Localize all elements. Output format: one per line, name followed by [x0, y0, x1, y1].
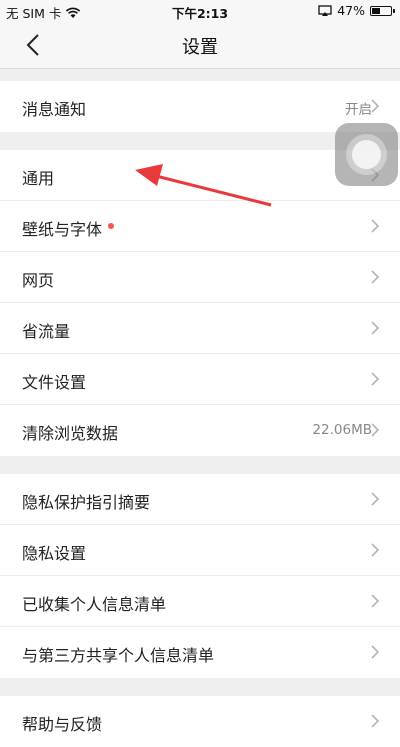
settings-row[interactable]: 隐私设置 — [0, 525, 400, 576]
chevron-right-icon — [370, 644, 380, 660]
chevron-right-icon — [370, 713, 380, 729]
chevron-right-icon — [370, 98, 380, 114]
settings-row[interactable]: 与第三方共享个人信息清单 — [0, 627, 400, 678]
settings-row-label: 消息通知 — [22, 100, 87, 119]
settings-row-label: 通用 — [22, 169, 55, 188]
settings-group: 通用壁纸与字体网页省流量文件设置清除浏览数据 22.06MB — [0, 150, 400, 456]
settings-row-label: 帮助与反馈 — [22, 715, 103, 734]
chevron-right-icon — [370, 593, 380, 609]
settings-group: 帮助与反馈 — [0, 696, 400, 747]
settings-row[interactable]: 清除浏览数据 22.06MB — [0, 405, 400, 456]
group-gap — [0, 456, 400, 474]
battery-icon — [370, 5, 395, 16]
settings-row-label: 与第三方共享个人信息清单 — [22, 646, 215, 665]
settings-row-value: 开启 — [345, 102, 372, 118]
settings-row-label: 壁纸与字体 — [22, 220, 103, 239]
settings-row[interactable]: 隐私保护指引摘要 — [0, 474, 400, 525]
settings-row-label: 隐私设置 — [22, 544, 87, 563]
settings-row-label: 隐私保护指引摘要 — [22, 493, 151, 512]
settings-row-value: 22.06MB — [312, 422, 372, 438]
chevron-right-icon — [370, 422, 380, 438]
settings-row-label: 清除浏览数据 — [22, 424, 119, 443]
status-bar: 无 SIM 卡 下午2:13 47% — [0, 0, 400, 22]
settings-row[interactable]: 文件设置 — [0, 354, 400, 405]
settings-row-label: 已收集个人信息清单 — [22, 595, 167, 614]
chevron-right-icon — [370, 491, 380, 507]
chevron-right-icon — [370, 371, 380, 387]
settings-row[interactable]: 已收集个人信息清单 — [0, 576, 400, 627]
chevron-right-icon — [370, 269, 380, 285]
assistive-touch-button[interactable] — [335, 123, 398, 186]
settings-group: 隐私保护指引摘要 隐私设置已收集个人信息清单与第三方共享个人信息清单 — [0, 474, 400, 678]
settings-row[interactable]: 网页 — [0, 252, 400, 303]
settings-row[interactable]: 壁纸与字体 — [0, 201, 400, 252]
settings-row[interactable]: 帮助与反馈 — [0, 696, 400, 747]
page-title: 设置 — [182, 37, 218, 58]
settings-row[interactable]: 省流量 — [0, 303, 400, 354]
nav-bar: 设置 — [0, 22, 400, 69]
settings-group: 消息通知 开启 — [0, 81, 400, 132]
settings-row[interactable]: 消息通知 开启 — [0, 81, 400, 132]
new-badge-dot — [108, 223, 114, 229]
chevron-right-icon — [370, 542, 380, 558]
group-gap — [0, 678, 400, 696]
chevron-right-icon — [370, 320, 380, 336]
settings-row-label: 省流量 — [22, 322, 71, 341]
battery-percent: 47% — [337, 3, 365, 18]
screen-mirroring-icon — [318, 4, 332, 16]
settings-row-label: 网页 — [22, 271, 55, 290]
chevron-right-icon — [370, 218, 380, 234]
settings-row-label: 文件设置 — [22, 373, 87, 392]
